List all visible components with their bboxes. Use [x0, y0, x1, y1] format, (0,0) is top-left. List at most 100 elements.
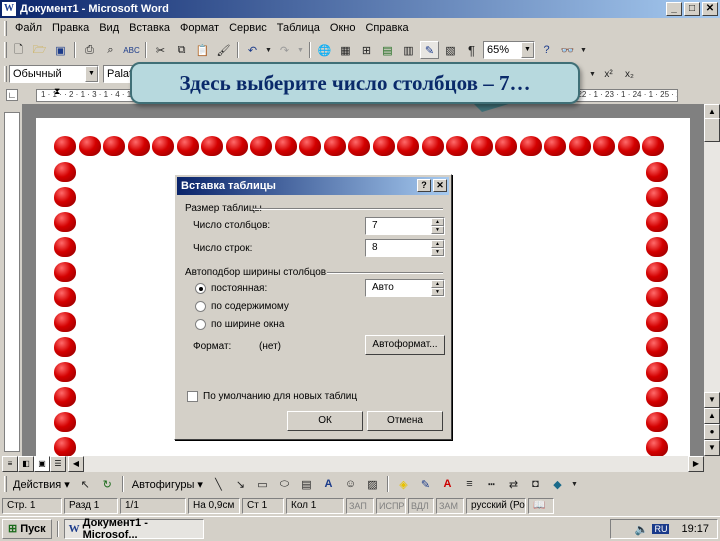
menu-window[interactable]: Окно [325, 22, 361, 34]
paste-icon[interactable]: 📋 [193, 41, 212, 59]
vertical-ruler[interactable] [4, 112, 20, 452]
actions-menu[interactable]: Действия ▾ [10, 478, 73, 491]
menu-view[interactable]: Вид [94, 22, 124, 34]
language-indicator[interactable]: RU [652, 524, 670, 534]
menu-help[interactable]: Справка [360, 22, 413, 34]
start-button[interactable]: ⊞ Пуск [2, 518, 52, 539]
fixed-width-spinner[interactable]: Авто ▲ ▼ [365, 279, 445, 297]
font-color-icon[interactable]: A [438, 475, 457, 493]
volume-icon[interactable]: 🔈 [635, 523, 649, 536]
dash-style-icon[interactable]: ┅ [482, 475, 501, 493]
status-extend[interactable]: ВДЛ [408, 498, 434, 514]
free-rotate-icon[interactable]: ↻ [98, 475, 117, 493]
tab-selector-icon[interactable]: ∟ [6, 89, 18, 101]
superscript-icon[interactable]: x² [599, 65, 618, 83]
shadow-icon[interactable]: ◘ [526, 475, 545, 493]
toolbar-grip[interactable] [4, 476, 7, 492]
fill-color-icon[interactable]: ◈ [394, 475, 413, 493]
menu-file[interactable]: Файл [10, 22, 47, 34]
arrow-style-icon[interactable]: ⇄ [504, 475, 523, 493]
redo-dropdown-icon[interactable]: ▼ [296, 41, 305, 59]
cut-icon[interactable]: ✂ [151, 41, 170, 59]
next-page-icon[interactable]: ▼ [704, 440, 720, 456]
normal-view-icon[interactable]: ≡ [2, 456, 18, 472]
horizontal-scroll-track[interactable] [84, 456, 688, 472]
status-overtype[interactable]: ЗАМ [436, 498, 464, 514]
autofit-window-radio[interactable] [195, 319, 206, 330]
autofit-window-label[interactable]: по ширине окна [211, 319, 284, 330]
spin-up-icon[interactable]: ▲ [431, 218, 444, 226]
style-combo[interactable]: Обычный ▼ [9, 65, 99, 83]
insert-picture-icon[interactable]: ▨ [363, 475, 382, 493]
new-document-icon[interactable]: 🗋 [9, 41, 28, 59]
oval-icon[interactable]: ⬭ [275, 475, 294, 493]
wordart-icon[interactable]: A [319, 475, 338, 493]
show-hide-icon[interactable]: ¶ [462, 41, 481, 59]
tables-borders-icon[interactable]: ▦ [336, 41, 355, 59]
chevron-down-icon[interactable]: ▼ [521, 42, 534, 58]
default-for-new-tables-checkbox[interactable] [187, 391, 198, 402]
document-map-icon[interactable]: ▧ [441, 41, 460, 59]
menu-grip[interactable] [4, 20, 7, 36]
scroll-down-icon[interactable]: ▼ [704, 392, 720, 408]
outline-view-icon[interactable]: ☰ [50, 456, 66, 472]
menu-edit[interactable]: Правка [47, 22, 94, 34]
spelling-icon[interactable]: ABC [122, 41, 141, 59]
clock[interactable]: 19:17 [681, 523, 709, 535]
autofit-content-radio[interactable] [195, 301, 206, 312]
menu-format[interactable]: Формат [175, 22, 224, 34]
scroll-right-icon[interactable]: ▶ [688, 456, 704, 472]
find-icon[interactable]: 👓 [558, 41, 577, 59]
spin-down-icon[interactable]: ▼ [431, 288, 444, 296]
toolbar-options-icon[interactable]: ▼ [579, 41, 588, 59]
rectangle-icon[interactable]: ▭ [253, 475, 272, 493]
rows-spinner[interactable]: 8 ▲ ▼ [365, 239, 445, 257]
scroll-thumb[interactable] [704, 118, 720, 142]
undo-icon[interactable]: ↶ [243, 41, 262, 59]
arrow-icon[interactable]: ↘ [231, 475, 250, 493]
clip-art-icon[interactable]: ☺ [341, 475, 360, 493]
redo-icon[interactable]: ↷ [275, 41, 294, 59]
print-layout-view-icon[interactable]: ▣ [34, 456, 50, 472]
spin-up-icon[interactable]: ▲ [431, 280, 444, 288]
taskbar-word-document[interactable]: W Документ1 - Microsof... [63, 517, 204, 541]
zoom-combo[interactable]: 65% ▼ [483, 41, 535, 59]
columns-icon[interactable]: ▥ [399, 41, 418, 59]
indent-marker-icon[interactable]: ⧗ [54, 86, 60, 97]
subscript-icon[interactable]: x₂ [620, 65, 639, 83]
fixed-width-radio[interactable] [195, 283, 206, 294]
web-view-icon[interactable]: ◧ [18, 456, 34, 472]
menu-tools[interactable]: Сервис [224, 22, 272, 34]
vertical-scrollbar[interactable]: ▲ ▼ ▲ ● ▼ [704, 104, 720, 456]
spin-up-icon[interactable]: ▲ [431, 240, 444, 248]
autoformat-button[interactable]: Автоформат... [365, 335, 445, 355]
drawing-icon[interactable]: ✎ [420, 41, 439, 59]
save-icon[interactable]: ▣ [51, 41, 70, 59]
line-style-icon[interactable]: ≡ [460, 475, 479, 493]
maximize-button[interactable]: □ [684, 2, 700, 16]
font-size-dropdown-icon[interactable]: ▼ [588, 65, 597, 83]
line-icon[interactable]: ╲ [209, 475, 228, 493]
select-objects-icon[interactable]: ↖ [76, 475, 95, 493]
toolbar-grip[interactable] [4, 42, 7, 58]
close-button[interactable]: ✕ [702, 2, 718, 16]
columns-spinner[interactable]: 7 ▲ ▼ [365, 217, 445, 235]
spelling-status-icon[interactable]: 📖 [528, 498, 554, 514]
spin-down-icon[interactable]: ▼ [431, 248, 444, 256]
chevron-down-icon[interactable]: ▼ [85, 66, 98, 82]
insert-table-icon[interactable]: ⊞ [357, 41, 376, 59]
toolbar-grip[interactable] [4, 66, 7, 82]
copy-icon[interactable]: ⧉ [172, 41, 191, 59]
spin-down-icon[interactable]: ▼ [431, 226, 444, 234]
status-track-changes[interactable]: ИСПР [376, 498, 406, 514]
text-box-icon[interactable]: ▤ [297, 475, 316, 493]
default-for-new-tables-label[interactable]: По умолчанию для новых таблиц [203, 391, 357, 402]
toolbar-options-icon[interactable]: ▼ [570, 475, 579, 493]
insert-excel-icon[interactable]: ▤ [378, 41, 397, 59]
autofit-content-label[interactable]: по содержимому [211, 301, 289, 312]
menu-table[interactable]: Таблица [272, 22, 325, 34]
cancel-button[interactable]: Отмена [367, 411, 443, 431]
open-folder-icon[interactable]: 🗁 [30, 41, 49, 59]
print-preview-icon[interactable]: ⌕ [101, 41, 120, 59]
word-app-icon[interactable]: W [2, 2, 16, 16]
